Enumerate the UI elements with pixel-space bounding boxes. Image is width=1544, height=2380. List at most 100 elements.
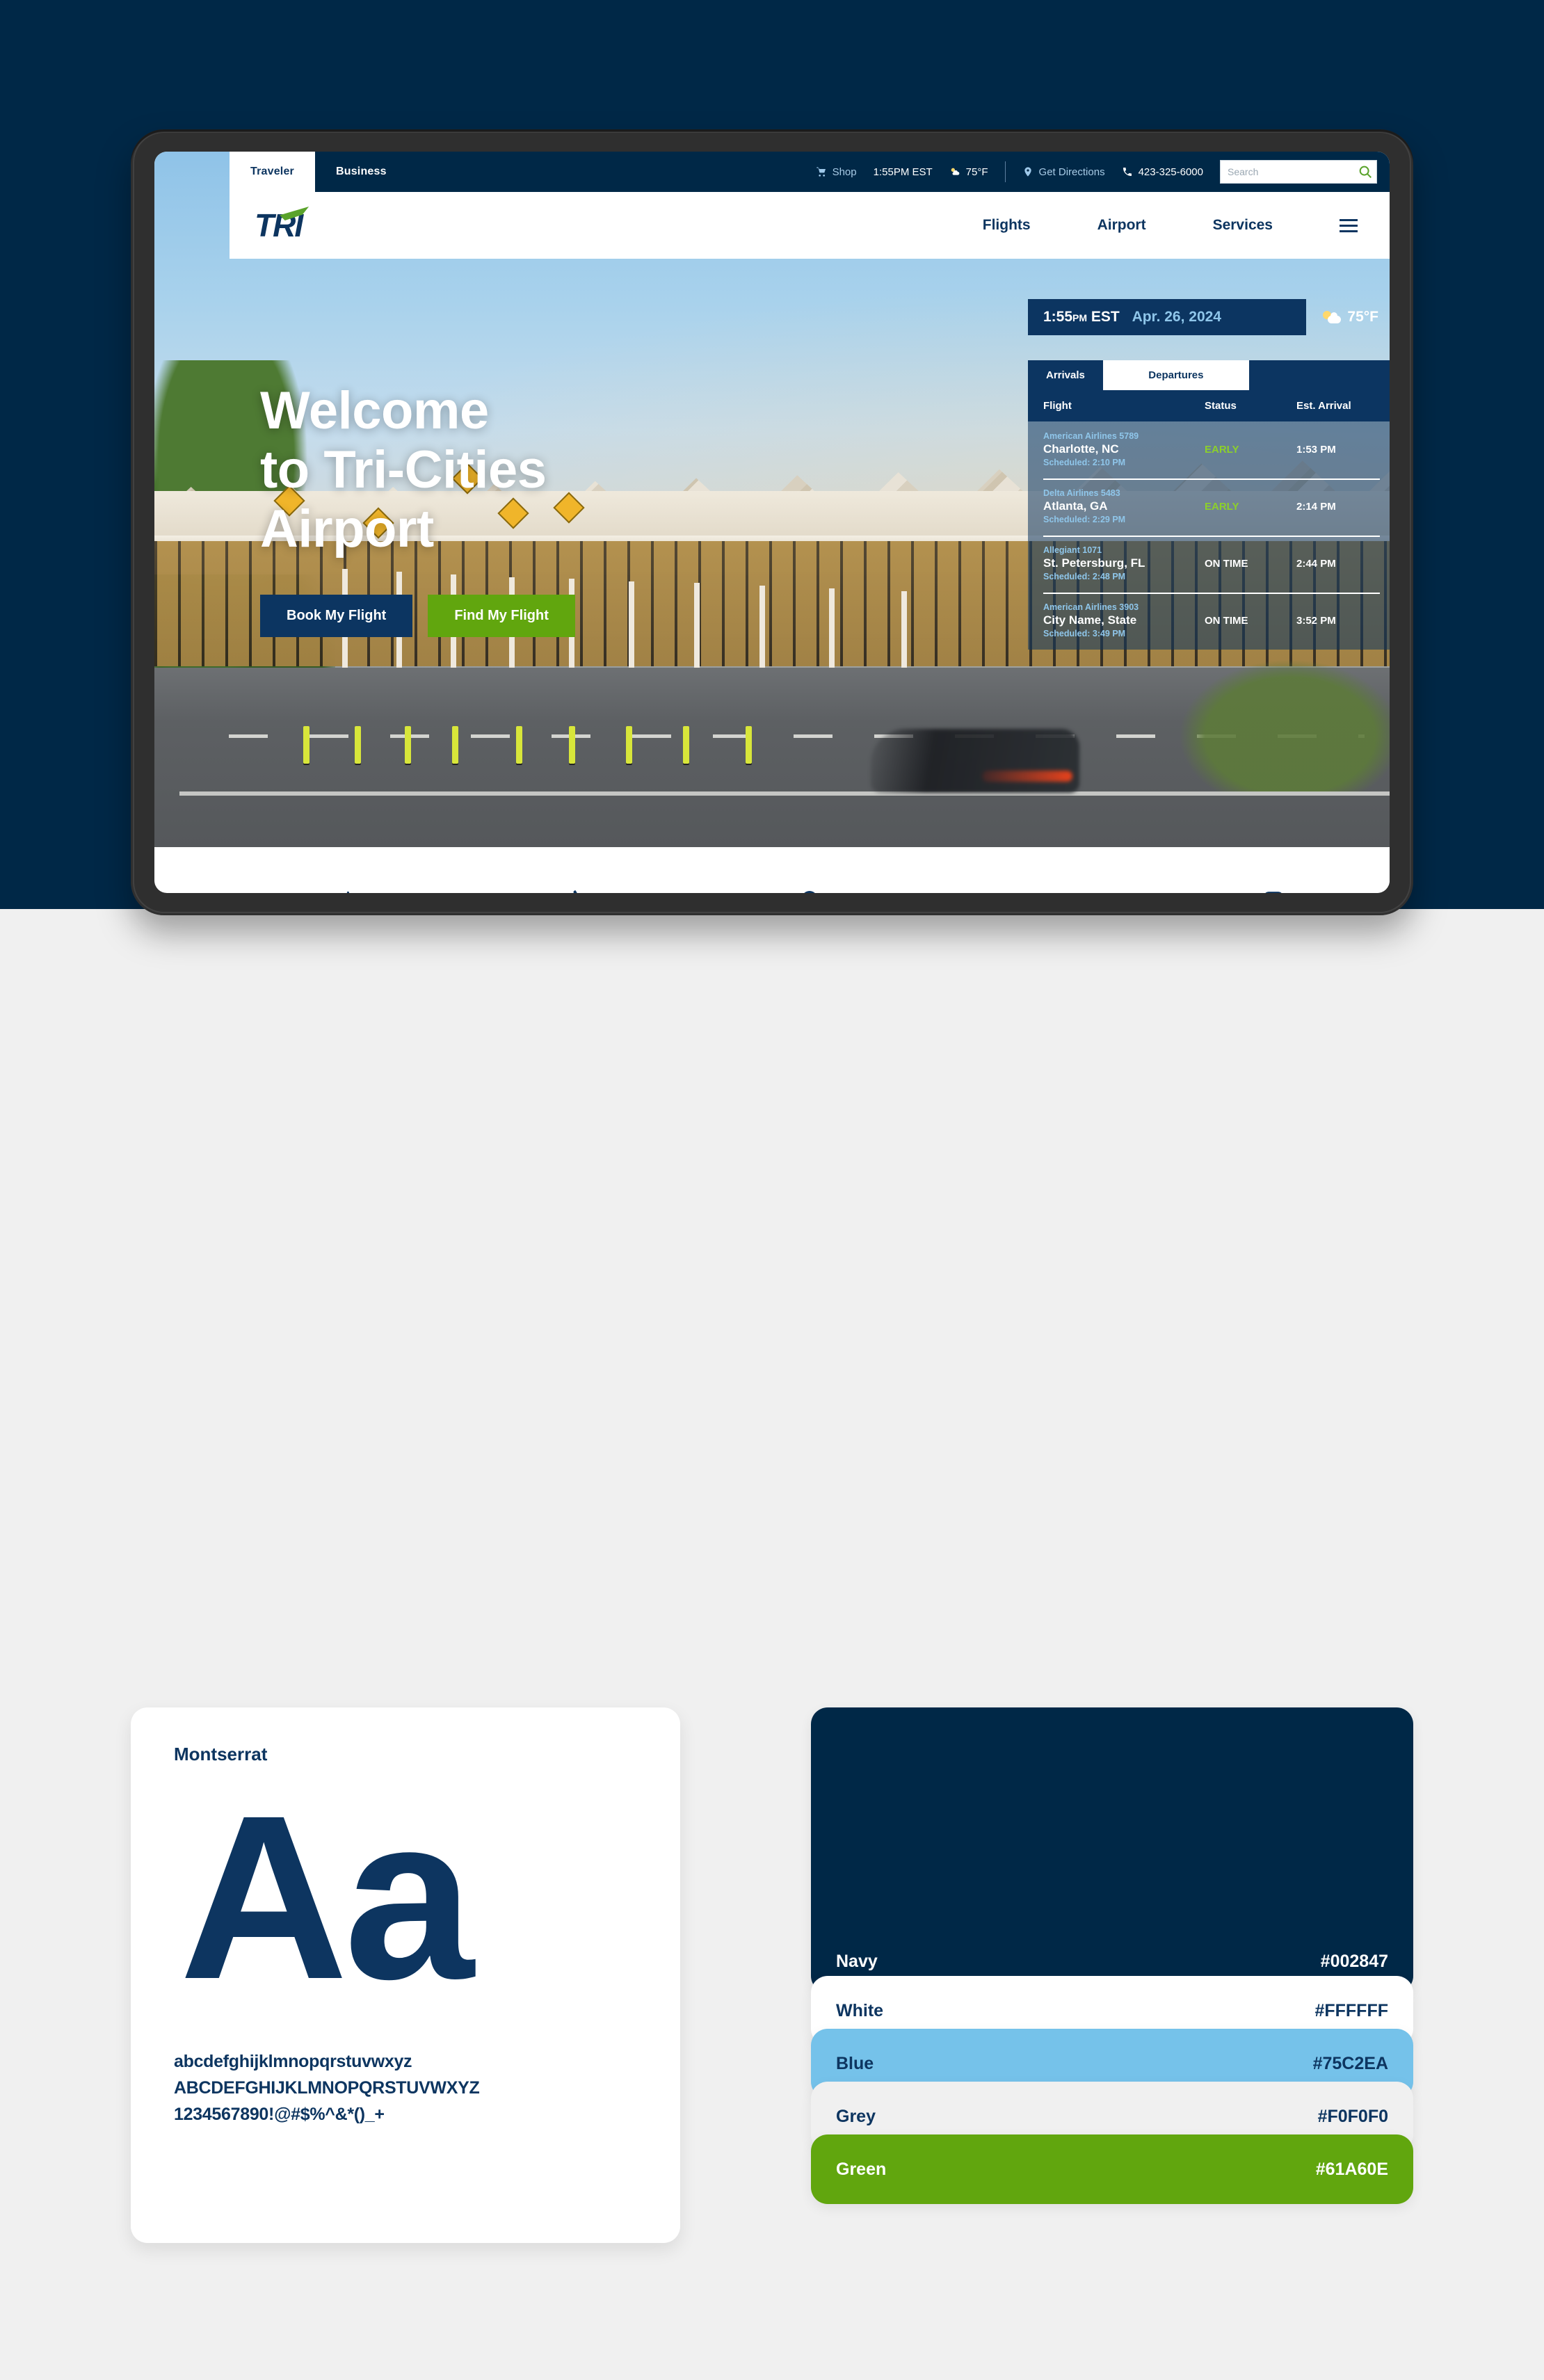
utility-tab-traveler[interactable]: Traveler: [230, 152, 315, 192]
swatch-name: Green: [836, 2159, 887, 2179]
flight-status-board: 1:55PM EST Apr. 26, 2024 75°F Arrivals D…: [1028, 299, 1390, 650]
map-pin-icon: [794, 889, 825, 893]
flight-airline: American Airlines 3903: [1043, 602, 1139, 612]
flight-row[interactable]: American Airlines 3903 City Name, State …: [1028, 593, 1390, 650]
flight-row[interactable]: American Airlines 5789 Charlotte, NC Sch…: [1028, 421, 1390, 479]
nav-link-services[interactable]: Services: [1213, 217, 1273, 234]
current-temperature: 75°F: [949, 166, 988, 178]
swatch-hex: #F0F0F0: [1317, 2106, 1388, 2126]
board-weather: 75°F: [1323, 309, 1378, 325]
tri-logo[interactable]: TRI: [255, 207, 309, 241]
nav-links: Flights Airport Services: [983, 217, 1390, 234]
current-time: 1:55PM EST: [874, 166, 933, 178]
quicklink-departures[interactable]: Departures: [462, 889, 694, 893]
nav-link-flights[interactable]: Flights: [983, 217, 1031, 234]
swatch-navy: Navy #002847: [811, 1707, 1413, 1993]
book-my-flight-button[interactable]: Book My Flight: [260, 595, 413, 638]
font-numerals: 1234567890!@#$%^&*()_+: [174, 2105, 385, 2125]
current-time-label: 1:55PM EST: [873, 166, 933, 178]
hamburger-menu-icon[interactable]: [1340, 218, 1358, 232]
swatch-name: White: [836, 2000, 884, 2020]
utility-bar: Traveler Business Shop 1:55PM EST 75°F G…: [230, 152, 1390, 192]
board-col-flight: Flight: [1043, 400, 1072, 412]
board-time-value: 1:55: [1043, 309, 1073, 325]
utility-tab-business-label: Business: [335, 166, 387, 177]
board-tabs: Arrivals Departures: [1028, 360, 1390, 390]
plane-arrival-icon: [330, 889, 361, 893]
board-time-zone: EST: [1087, 309, 1120, 325]
flight-status: ON TIME: [1205, 557, 1248, 570]
flight-city: City Name, State: [1043, 613, 1137, 627]
font-specimen: abcdefghijklmnopqrstuvwxyz ABCDEFGHIJKLM…: [174, 2048, 637, 2128]
board-time: 1:55PM EST Apr. 26, 2024: [1043, 309, 1221, 325]
flight-est-arrival: 1:53 PM: [1296, 443, 1336, 456]
road-bollards: [293, 701, 822, 764]
board-col-status: Status: [1205, 400, 1237, 412]
plane-departure-icon: [562, 889, 593, 893]
swatch-green: Green #61A60E: [811, 2134, 1413, 2204]
swatch-name: Blue: [836, 2053, 874, 2073]
flight-est-arrival: 2:14 PM: [1296, 500, 1336, 513]
board-temperature: 75°F: [1347, 309, 1378, 325]
flight-est-arrival: 3:52 PM: [1296, 614, 1336, 627]
quicklink-dropoff-pickup[interactable]: Drop-Off/Pick-up: [926, 889, 1158, 893]
get-directions-label: Get Directions: [1038, 166, 1105, 178]
flight-airline: Delta Airlines 5483: [1043, 488, 1120, 498]
roadside-shrubs: [1160, 652, 1390, 791]
hero-buttons: Book My Flight Find My Flight: [260, 595, 575, 638]
flight-airline: American Airlines 5789: [1043, 431, 1139, 441]
quicklink-arrivals[interactable]: Arrivals: [230, 889, 462, 893]
flight-status: EARLY: [1205, 500, 1239, 513]
find-my-flight-button[interactable]: Find My Flight: [428, 595, 575, 638]
get-directions-link[interactable]: Get Directions: [1022, 166, 1105, 178]
utility-bar-right-group: Shop 1:55PM EST 75°F Get Directions 423-…: [816, 152, 1390, 192]
flight-city: Atlanta, GA: [1043, 499, 1108, 513]
flight-scheduled: Scheduled: 3:49 PM: [1043, 629, 1126, 638]
phone-link[interactable]: 423-325-6000: [1122, 166, 1203, 178]
shop-link[interactable]: Shop: [816, 166, 857, 178]
board-time-period: PM: [1072, 312, 1088, 323]
quicklink-parking[interactable]: Parking: [1157, 889, 1390, 893]
board-datetime-bar: 1:55PM EST Apr. 26, 2024: [1028, 299, 1306, 335]
typography-card: Montserrat Aa abcdefghijklmnopqrstuvwxyz…: [131, 1707, 680, 2243]
phone-icon: [1122, 166, 1133, 177]
font-name: Montserrat: [174, 1744, 268, 1764]
board-rows: American Airlines 5789 Charlotte, NC Sch…: [1028, 421, 1390, 650]
quick-links-bar: Arrivals Departures Destinations Drop-Of…: [230, 847, 1390, 893]
phone-label: 423-325-6000: [1138, 166, 1203, 178]
board-tab-arrivals[interactable]: Arrivals: [1028, 360, 1103, 390]
board-tab-departures[interactable]: Departures: [1102, 360, 1249, 390]
flight-row[interactable]: Delta Airlines 5483 Atlanta, GA Schedule…: [1028, 479, 1390, 536]
cart-icon: [816, 166, 827, 177]
car-icon: [1027, 889, 1057, 893]
hero-title-line-2: to Tri-Cities: [260, 440, 547, 500]
quicklink-destinations[interactable]: Destinations: [693, 889, 926, 893]
swatch-hex: #75C2EA: [1312, 2053, 1388, 2073]
main-navigation: TRI Flights Airport Services: [230, 192, 1390, 259]
flight-row[interactable]: Allegiant 1071 St. Petersburg, FL Schedu…: [1028, 536, 1390, 593]
hero-title-line-3: Airport: [260, 499, 434, 559]
utility-tab-business[interactable]: Business: [315, 152, 408, 192]
flight-airline: Allegiant 1071: [1043, 545, 1102, 555]
moving-car: [871, 729, 1079, 793]
swatch-hex: #FFFFFF: [1314, 2000, 1388, 2020]
flight-status: ON TIME: [1205, 614, 1248, 627]
partly-cloudy-icon: [949, 166, 960, 177]
search-button[interactable]: [1358, 164, 1373, 179]
hero-title: Welcome to Tri-Cities Airport: [260, 381, 575, 558]
hero-title-line-1: Welcome: [260, 381, 489, 440]
search-group: [1220, 160, 1377, 184]
search-input[interactable]: [1220, 160, 1377, 184]
hero-copy: Welcome to Tri-Cities Airport Book My Fl…: [260, 381, 575, 638]
board-date: Apr. 26, 2024: [1132, 309, 1221, 325]
nav-link-airport[interactable]: Airport: [1097, 217, 1146, 234]
board-col-est: Est. Arrival: [1296, 400, 1351, 412]
shop-label: Shop: [832, 166, 857, 178]
flight-status: EARLY: [1205, 443, 1239, 456]
flight-scheduled: Scheduled: 2:10 PM: [1043, 458, 1126, 467]
parking-icon: [1258, 889, 1289, 893]
flight-city: St. Petersburg, FL: [1043, 556, 1145, 570]
tablet-device-frame: Traveler Business Shop 1:55PM EST 75°F G…: [131, 129, 1413, 915]
utility-divider: [1004, 161, 1006, 182]
utility-tab-traveler-label: Traveler: [250, 166, 294, 177]
